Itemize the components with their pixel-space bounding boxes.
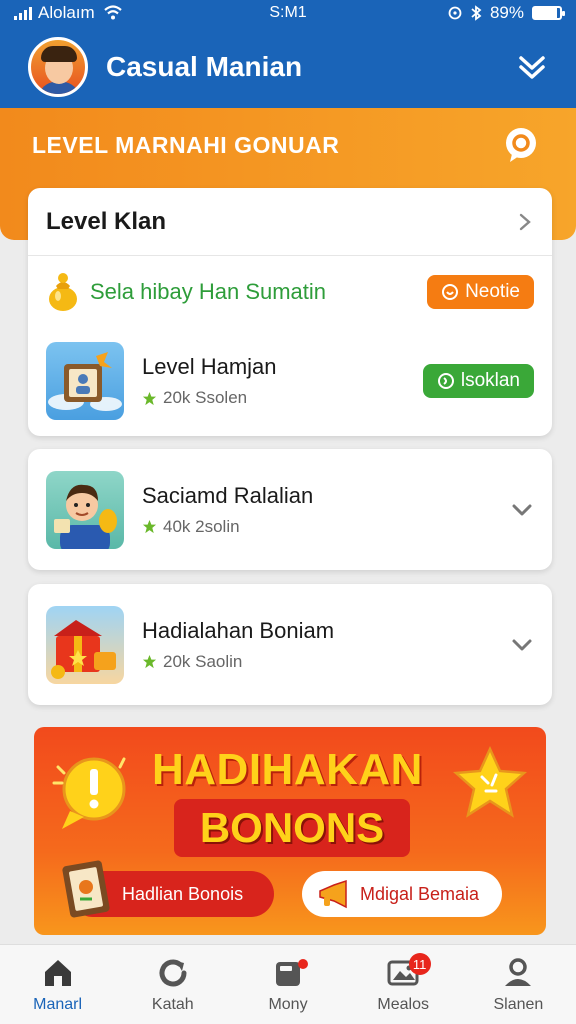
- item-title: Saciamd Ralalian: [142, 482, 314, 508]
- card-title: Level Klan: [46, 207, 167, 235]
- join-button[interactable]: lsoklan: [422, 364, 534, 398]
- star-icon: [142, 391, 157, 405]
- signal-icon: [14, 6, 32, 20]
- location-icon: [448, 6, 462, 20]
- level-klan-card: Level Klan Sela hibay Han Sumatin Neotie: [28, 188, 552, 436]
- level-hamjan-row[interactable]: Level Hamjan 20k Ssolen lsoklan: [28, 328, 552, 434]
- bonus-title-line2: BONONS: [199, 804, 385, 851]
- item-title: Hadialahan Boniam: [142, 617, 335, 643]
- lightbulb-icon: [52, 757, 126, 829]
- tab-label: Manarl: [33, 995, 83, 1013]
- notice-icon: [442, 284, 459, 300]
- tab-label: Katah: [151, 995, 194, 1013]
- hadialahan-card[interactable]: Hadialahan Boniam 20k Saolin: [28, 584, 552, 705]
- tab-home[interactable]: Manarl: [0, 945, 115, 1024]
- notice-label: Neotie: [465, 281, 520, 302]
- tab-mony[interactable]: Mony: [230, 945, 345, 1024]
- saciamd-thumbnail: [46, 470, 124, 549]
- item-meta: 20k Ssolen: [142, 388, 277, 408]
- notice-button[interactable]: Neotie: [427, 275, 534, 309]
- join-icon: [437, 373, 454, 389]
- item-meta-text: 20k Ssolen: [163, 388, 248, 407]
- star-icon: [142, 519, 157, 534]
- tab-label: Mony: [268, 995, 308, 1013]
- item-title: Level Hamjan: [142, 354, 277, 379]
- item-meta: 20k Saolin: [142, 652, 334, 672]
- tab-mealos[interactable]: 11 Mealos: [346, 945, 461, 1024]
- chat-bubble-icon[interactable]: [502, 126, 540, 164]
- banner-title: LEVEL MARNAHI GONUAR: [32, 132, 340, 158]
- tab-label: Slanen: [493, 995, 544, 1013]
- profile-icon: [505, 957, 532, 986]
- star-icon: [142, 654, 157, 669]
- item-meta-text: 20k Saolin: [163, 651, 243, 671]
- avatar[interactable]: [28, 37, 88, 97]
- carrier-name: Alolaım: [38, 3, 95, 22]
- promo-row: Sela hibay Han Sumatin Neotie: [28, 256, 552, 328]
- item-meta: 40k 2solin: [142, 517, 313, 537]
- gift-card-icon: [62, 860, 110, 918]
- check-down-icon[interactable]: [516, 51, 548, 83]
- tab-label: Mealos: [377, 995, 429, 1013]
- app-header: Casual Manian: [0, 26, 576, 108]
- notification-dot: [298, 959, 309, 969]
- status-bar: Alolaım S:M1 89%: [0, 0, 576, 26]
- app-title: Casual Manian: [106, 51, 303, 82]
- join-label: lsoklan: [460, 370, 520, 391]
- refresh-icon: [159, 959, 187, 986]
- bluetooth-icon: [471, 5, 482, 21]
- hadialahan-thumbnail: [46, 605, 124, 684]
- item-meta-text: 40k 2solin: [163, 516, 240, 536]
- tab-profile[interactable]: Slanen: [461, 945, 576, 1024]
- chevron-down-icon[interactable]: [510, 498, 534, 522]
- level-hamjan-thumbnail: [46, 342, 124, 420]
- home-icon: [44, 959, 71, 986]
- chevron-right-icon[interactable]: [516, 213, 534, 231]
- coin-bag-icon: [49, 273, 77, 311]
- chevron-down-icon[interactable]: [510, 633, 534, 657]
- tab-katah[interactable]: Katah: [115, 945, 230, 1024]
- bonus-title-line1: HADIHAKAN: [152, 745, 423, 794]
- card-header[interactable]: Level Klan: [28, 188, 552, 256]
- bonus-banner[interactable]: HADIHAKAN BONONS Hadlian Bonois Mdigal B…: [34, 727, 546, 935]
- bonus-title-box: BONONS: [174, 799, 410, 857]
- mdigal-bemaia-label: Mdigal Bemaia: [360, 883, 480, 904]
- hadlian-bonus-label: Hadlian Bonois: [122, 883, 244, 904]
- bottom-tab-bar: Manarl Katah Mony 11 Mealos Slanen: [0, 944, 576, 1024]
- saciamd-card[interactable]: Saciamd Ralalian 40k 2solin: [28, 449, 552, 570]
- promo-text: Sela hibay Han Sumatin: [90, 279, 327, 304]
- wifi-icon: [103, 5, 122, 20]
- battery-icon: [532, 6, 565, 20]
- mdigal-bemaia-button[interactable]: Mdigal Bemaia: [302, 871, 502, 917]
- notification-badge: 11: [408, 953, 431, 975]
- megaphone-icon: [319, 879, 347, 909]
- star-badge-icon: [452, 745, 528, 818]
- battery-percent: 89%: [489, 3, 524, 22]
